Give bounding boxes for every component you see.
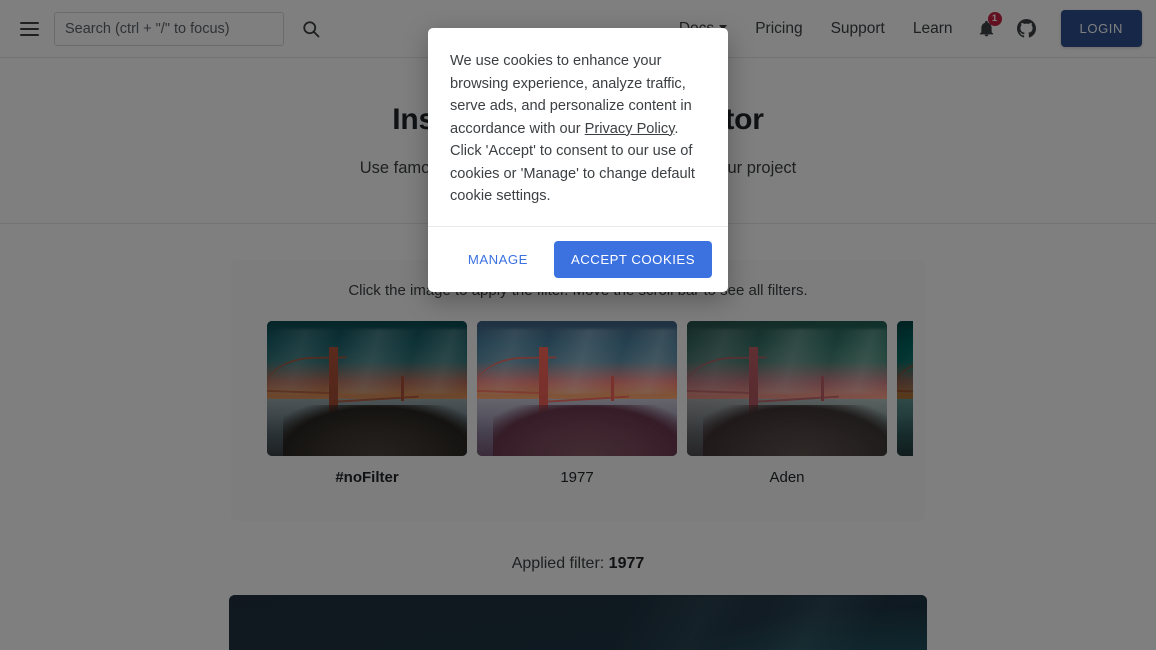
accept-cookies-button[interactable]: ACCEPT COOKIES <box>553 240 712 278</box>
privacy-policy-link[interactable]: Privacy Policy <box>585 121 675 137</box>
cookie-dialog-text: We use cookies to enhance your browsing … <box>428 28 728 226</box>
page-root: Docs Pricing Support Learn 1 LOGIN Insta… <box>0 0 1156 650</box>
manage-cookies-button[interactable]: MANAGE <box>454 242 542 277</box>
cookie-consent-dialog: We use cookies to enhance your browsing … <box>428 28 728 292</box>
cookie-dialog-actions: MANAGE ACCEPT COOKIES <box>428 225 728 292</box>
